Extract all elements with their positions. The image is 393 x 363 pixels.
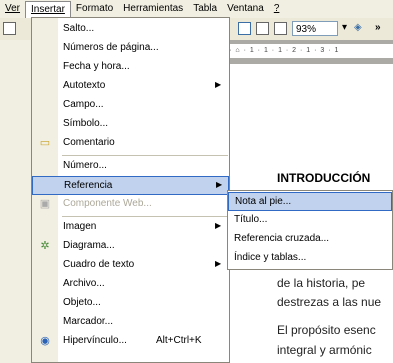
document-line: destrezas a las nue (277, 295, 382, 309)
hyperlink-icon: ◉ (40, 335, 50, 347)
submenu-item-label: Nota al pie... (235, 196, 292, 207)
toolbar-overflow-icon[interactable]: » (375, 22, 381, 33)
menu-insertar-label: Insertar (31, 3, 65, 15)
menu-ver[interactable]: Ver (0, 0, 25, 18)
web-component-icon: ▣ (39, 198, 51, 210)
menu-item-campo[interactable]: Campo... (32, 96, 229, 115)
menu-formato-label: Formato (75, 3, 114, 14)
menu-item-marcador[interactable]: Marcador... (32, 313, 229, 332)
menu-item-diagrama[interactable]: ✲ Diagrama... (32, 237, 229, 256)
excel-sheet-icon[interactable] (256, 22, 269, 35)
menu-item-label: Imagen (63, 221, 97, 232)
menu-item-label: Autotexto (63, 80, 106, 91)
menu-item-label: Referencia (64, 180, 113, 191)
menu-herramientas[interactable]: Herramientas (118, 0, 188, 18)
help-icon[interactable]: ◈ (354, 22, 362, 33)
comment-icon: ▭ (39, 137, 51, 149)
menu-separator (62, 216, 228, 217)
submenu-arrow-icon: ▶ (215, 259, 222, 268)
submenu-item-label: Índice y tablas... (234, 252, 307, 263)
columns-icon[interactable] (274, 22, 287, 35)
menu-separator (62, 155, 228, 156)
menu-item-label: Campo... (63, 99, 104, 110)
menu-item-autotexto[interactable]: Autotexto ▶ (32, 77, 229, 96)
menu-item-referencia[interactable]: Referencia ▶ (32, 176, 229, 195)
menu-ventana[interactable]: Ventana (222, 0, 269, 18)
menu-item-salto[interactable]: Salto... (32, 20, 229, 39)
print-preview-icon[interactable] (3, 22, 16, 35)
menu-item-label: Hipervínculo... (63, 335, 127, 346)
menu-item-componente-web[interactable]: ▣ Componente Web... (32, 195, 229, 214)
submenu-item-nota-al-pie[interactable]: Nota al pie... (228, 192, 392, 211)
ruler-ticks: · 1 · ⌂ · 1 · 1 · 1 · 2 · 1 · 3 · 1 (215, 47, 340, 54)
menu-bar: Ver Insertar Formato Herramientas Tabla … (0, 0, 393, 19)
submenu-item-label: Título... (234, 214, 268, 225)
menu-item-label: Fecha y hora... (63, 61, 130, 72)
menu-formato[interactable]: Formato (71, 0, 118, 18)
menu-item-label: Archivo... (63, 278, 105, 289)
submenu-item-titulo[interactable]: Título... (228, 211, 392, 230)
menu-item-numeros-pagina[interactable]: Números de página... (32, 39, 229, 58)
menu-item-label: Cuadro de texto (63, 259, 135, 270)
reference-submenu: Nota al pie... Título... Referencia cruz… (227, 190, 393, 270)
menu-item-label: Comentario (63, 137, 115, 148)
menu-item-comentario[interactable]: ▭ Comentario (32, 134, 229, 153)
menu-ver-label: Ver (5, 3, 21, 14)
insert-menu: Salto... Números de página... Fecha y ho… (31, 17, 230, 363)
zoom-select[interactable]: 93% (292, 21, 338, 36)
menu-ventana-label: Ventana (227, 3, 264, 14)
menu-item-archivo[interactable]: Archivo... (32, 275, 229, 294)
menu-item-label: Salto... (63, 23, 95, 34)
horizontal-ruler[interactable]: · 1 · ⌂ · 1 · 1 · 1 · 2 · 1 · 3 · 1 (215, 44, 393, 58)
submenu-item-label: Referencia cruzada... (234, 233, 330, 244)
menu-insertar[interactable]: Insertar (25, 0, 71, 19)
menu-item-shortcut: Alt+Ctrl+K (156, 335, 202, 346)
menu-item-label: Componente Web... (63, 198, 152, 209)
menu-item-label: Número... (63, 160, 107, 171)
submenu-arrow-icon: ▶ (216, 180, 223, 189)
menu-item-label: Números de página... (63, 42, 159, 53)
menu-item-numero[interactable]: Número... (32, 157, 229, 176)
document-line: de la historia, pe (277, 276, 366, 290)
menu-item-label: Símbolo... (63, 118, 109, 129)
menu-tabla[interactable]: Tabla (188, 0, 222, 18)
document-line: El propósito esenc (277, 323, 376, 337)
menu-item-simbolo[interactable]: Símbolo... (32, 115, 229, 134)
zoom-value: 93% (296, 24, 317, 35)
submenu-arrow-icon: ▶ (215, 80, 222, 89)
diagram-icon: ✲ (40, 240, 50, 252)
submenu-item-indice-tablas[interactable]: Índice y tablas... (228, 249, 392, 268)
document-line: integral y armónic (277, 343, 372, 357)
zoom-dropdown-arrow-icon[interactable]: ▾ (342, 22, 347, 33)
menu-item-cuadro-texto[interactable]: Cuadro de texto ▶ (32, 256, 229, 275)
table-icon[interactable] (238, 22, 251, 35)
menu-item-imagen[interactable]: Imagen ▶ (32, 218, 229, 237)
menu-help-label: ? (273, 3, 280, 14)
menu-item-label: Diagrama... (63, 240, 115, 251)
menu-help[interactable]: ? (269, 0, 285, 18)
menu-item-label: Objeto... (63, 297, 101, 308)
menu-item-hipervinculo[interactable]: ◉ Hipervínculo... Alt+Ctrl+K (32, 332, 229, 351)
submenu-arrow-icon: ▶ (215, 221, 222, 230)
submenu-item-referencia-cruzada[interactable]: Referencia cruzada... (228, 230, 392, 249)
menu-tabla-label: Tabla (193, 3, 218, 14)
menu-item-fecha-hora[interactable]: Fecha y hora... (32, 58, 229, 77)
menu-item-objeto[interactable]: Objeto... (32, 294, 229, 313)
menu-herramientas-label: Herramientas (123, 3, 184, 14)
menu-item-label: Marcador... (63, 316, 114, 327)
document-heading: INTRODUCCIÓN (277, 171, 371, 185)
